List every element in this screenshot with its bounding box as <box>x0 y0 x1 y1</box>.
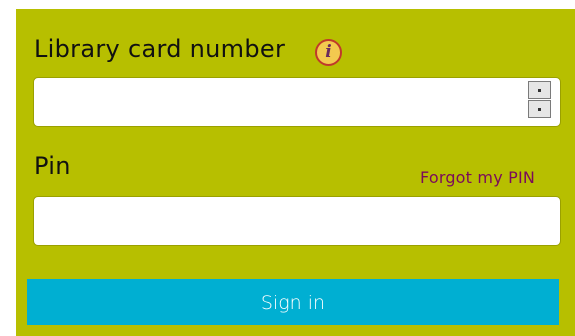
card-number-label: Library card number <box>34 35 286 63</box>
pin-label: Pin <box>34 152 71 180</box>
card-number-spinner[interactable] <box>528 81 551 119</box>
info-icon[interactable]: i <box>315 39 342 66</box>
spinner-up-icon[interactable] <box>528 81 551 99</box>
spinner-down-icon[interactable] <box>528 100 551 118</box>
login-panel: Library card number i Pin Forgot my PIN … <box>16 9 575 336</box>
pin-input[interactable] <box>33 196 561 246</box>
sign-in-button[interactable]: Sign in <box>27 279 559 325</box>
forgot-pin-link[interactable]: Forgot my PIN <box>420 168 535 187</box>
card-number-input[interactable] <box>33 77 561 127</box>
